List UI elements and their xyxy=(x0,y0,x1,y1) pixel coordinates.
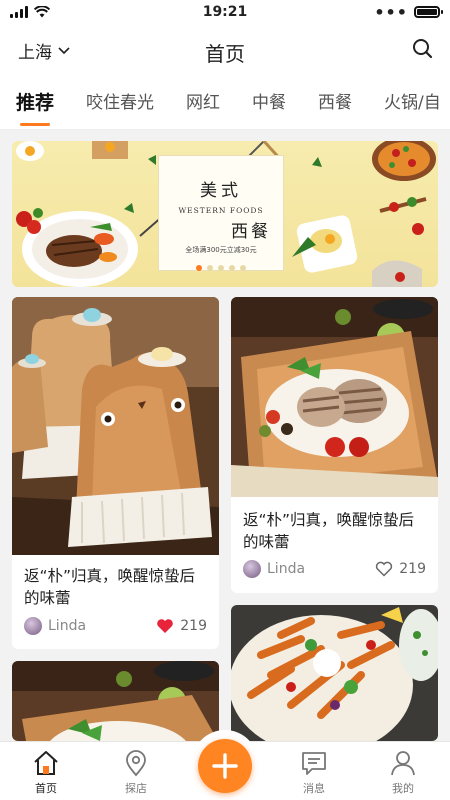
tab-label: 网红 xyxy=(186,92,221,113)
card-image-fries-salad xyxy=(231,605,438,741)
user-icon xyxy=(391,751,415,776)
avatar xyxy=(243,560,261,578)
status-right: ••• xyxy=(374,2,443,22)
city-selector[interactable]: 上海 xyxy=(18,38,70,63)
author-name: Linda xyxy=(48,618,87,634)
category-tabs: 推荐 咬住春光 网红 中餐 西餐 火锅/自 xyxy=(0,80,450,130)
tab-spring[interactable]: 咬住春光 xyxy=(70,80,170,129)
card-image-grilled-fish xyxy=(231,297,438,497)
tab-chinese[interactable]: 中餐 xyxy=(236,80,302,129)
battery-level xyxy=(417,9,437,15)
banner-pager xyxy=(196,265,246,271)
pager-dot[interactable] xyxy=(229,265,235,271)
create-post-button[interactable] xyxy=(198,739,252,793)
tab-label: 火锅/自 xyxy=(384,92,441,113)
tab-hotpot[interactable]: 火锅/自 xyxy=(368,80,450,129)
battery-icon xyxy=(414,6,443,18)
tab-western[interactable]: 西餐 xyxy=(302,80,368,129)
chevron-down-icon xyxy=(58,46,70,54)
author-name: Linda xyxy=(267,561,306,577)
card-meta: Linda 219 xyxy=(243,558,426,580)
banner-title-card: 美式 WESTERN FOODS 西餐 全场满300元立减30元 xyxy=(158,155,284,271)
nav-messages[interactable]: 消息 xyxy=(284,748,344,796)
card-title: 返“朴”归真，唤醒惊蛰后的味蕾 xyxy=(24,567,196,607)
nav-home[interactable]: 首页 xyxy=(16,748,76,796)
pager-dot[interactable] xyxy=(196,265,202,271)
location-pin-icon xyxy=(126,750,146,777)
search-button[interactable] xyxy=(410,36,436,62)
wifi-icon xyxy=(34,6,50,18)
banner-title-part1: 美式 xyxy=(200,181,242,201)
banner-title-part2: 西餐 xyxy=(231,222,271,242)
tab-label: 咬住春光 xyxy=(86,92,155,113)
like-count: 219 xyxy=(180,618,207,634)
status-bar: 19:21 ••• xyxy=(0,0,450,24)
banner-promo: 全场满300元立减30元 xyxy=(185,246,257,254)
like-button[interactable]: 219 xyxy=(375,561,426,577)
nav-messages-label: 消息 xyxy=(303,782,325,795)
feed-card[interactable] xyxy=(12,661,219,741)
app-header: 上海 首页 xyxy=(0,24,450,80)
banner-subtitle: WESTERN FOODS xyxy=(178,206,264,215)
like-button[interactable]: 219 xyxy=(156,618,207,634)
feed-card[interactable]: 返“朴”归真，唤醒惊蛰后的味蕾 Linda 219 xyxy=(12,297,219,649)
pager-dot[interactable] xyxy=(218,265,224,271)
tab-label: 中餐 xyxy=(252,92,287,113)
nav-profile[interactable]: 我的 xyxy=(373,748,433,796)
feed-card[interactable] xyxy=(231,605,438,741)
avatar xyxy=(24,617,42,635)
home-icon xyxy=(34,751,58,775)
nav-explore-label: 探店 xyxy=(125,782,147,795)
tab-label: 西餐 xyxy=(318,92,353,113)
heart-outline-icon xyxy=(376,561,393,577)
card-image-cream-puffs xyxy=(12,297,219,555)
nav-profile-label: 我的 xyxy=(392,782,414,795)
nav-explore[interactable]: 探店 xyxy=(106,748,166,796)
status-left xyxy=(10,6,50,18)
tab-trending[interactable]: 网红 xyxy=(170,80,236,129)
nav-home-label: 首页 xyxy=(35,782,57,795)
pager-dot[interactable] xyxy=(240,265,246,271)
feed-card[interactable]: 返“朴”归真，唤醒惊蛰后的味蕾 Linda 219 xyxy=(231,297,438,593)
card-meta: Linda 219 xyxy=(24,615,207,637)
city-label: 上海 xyxy=(18,43,52,63)
message-icon xyxy=(302,752,326,775)
more-dots-icon: ••• xyxy=(374,2,408,22)
like-count: 219 xyxy=(399,561,426,577)
app-root: 19:21 ••• 上海 首页 推荐 咬住春光 网红 中餐 西餐 火锅/自 美式… xyxy=(0,0,450,800)
pager-dot[interactable] xyxy=(207,265,213,271)
heart-filled-icon xyxy=(157,619,174,633)
plus-icon xyxy=(212,753,238,779)
cell-signal-icon xyxy=(10,6,28,18)
tab-label: 推荐 xyxy=(16,91,55,114)
search-icon xyxy=(413,39,433,59)
tab-recommend[interactable]: 推荐 xyxy=(0,80,70,129)
card-title: 返“朴”归真，唤醒惊蛰后的味蕾 xyxy=(243,511,415,551)
card-image-grilled-fish xyxy=(12,661,219,741)
